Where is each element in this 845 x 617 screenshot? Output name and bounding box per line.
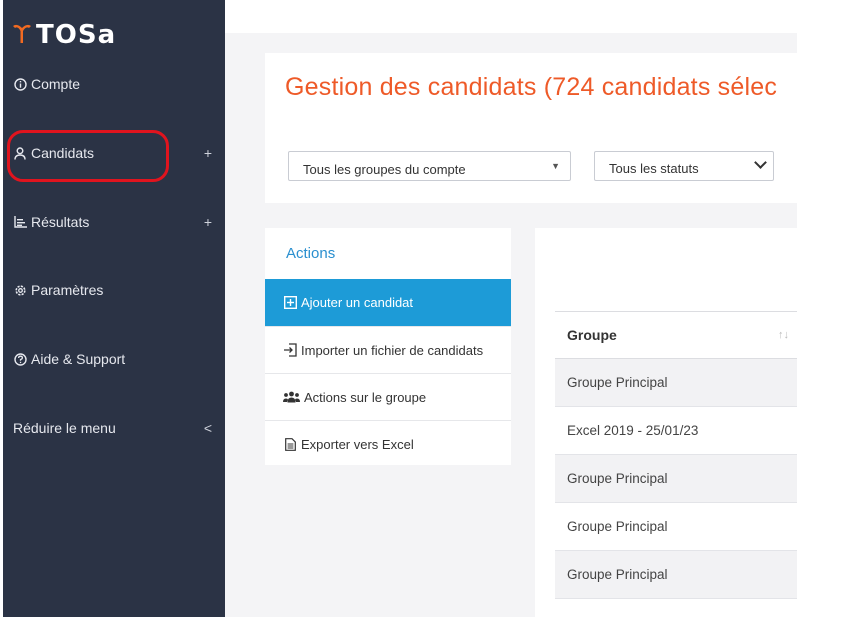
sidebar-item-label: Candidats (31, 145, 95, 161)
logo-text: TOSa (36, 20, 117, 50)
group-select-value: Tous les groupes du compte (303, 161, 466, 177)
users-icon (283, 390, 300, 404)
sidebar-item-compte[interactable]: Compte (13, 71, 218, 97)
import-icon (283, 343, 297, 357)
sidebar-item-resultats[interactable]: Résultats + (13, 209, 218, 235)
table-row[interactable]: Groupe Principal (555, 455, 797, 503)
sidebar-item-label: Paramètres (31, 282, 104, 298)
candidates-table: Groupe ↑↓ Groupe Principal Excel 2019 - … (535, 228, 797, 617)
page-title: Gestion des candidats (724 candidats sél… (285, 73, 778, 101)
chevron-down-icon (754, 156, 767, 169)
main-content: Gestion des candidats (724 candidats sél… (225, 0, 845, 617)
table-row[interactable]: Groupe Principal (555, 503, 797, 551)
column-header-groupe[interactable]: Groupe ↑↓ (555, 312, 797, 359)
plus-square-icon (283, 296, 297, 310)
column-header-label: Groupe (567, 327, 617, 343)
sidebar-item-parametres[interactable]: Paramètres (13, 277, 218, 303)
sidebar: TOSa Compte Candidats + Résultats + Para… (3, 0, 225, 617)
table-row[interactable]: Groupe Principal (555, 359, 797, 407)
actions-card: Actions Ajouter un candidat Importer un … (265, 228, 511, 465)
table-cell-groupe: Groupe Principal (567, 471, 668, 486)
collapse-icon[interactable]: < (204, 420, 212, 436)
table-cell-groupe: Groupe Principal (567, 519, 668, 534)
caret-down-icon: ▼ (551, 161, 560, 171)
chart-icon (13, 215, 27, 229)
collapse-menu-button[interactable]: Réduire le menu < (13, 415, 218, 441)
info-icon (13, 77, 27, 91)
sidebar-item-aide-support[interactable]: Aide & Support (13, 346, 218, 372)
logo-mark-icon (12, 22, 32, 48)
add-candidate-button[interactable]: Ajouter un candidat (265, 279, 511, 326)
sidebar-item-label: Réduire le menu (13, 420, 116, 436)
file-icon (283, 437, 297, 451)
action-label: Importer un fichier de candidats (301, 342, 484, 358)
actions-title: Actions (286, 245, 336, 262)
action-label: Actions sur le groupe (304, 389, 427, 405)
sort-icon[interactable]: ↑↓ (778, 329, 789, 341)
gear-icon (13, 283, 27, 297)
sidebar-item-label: Compte (31, 76, 81, 92)
status-select-value: Tous les statuts (609, 160, 699, 176)
sidebar-item-label: Aide & Support (31, 351, 126, 367)
table-cell-groupe: Groupe Principal (567, 567, 668, 582)
action-label: Ajouter un candidat (301, 295, 414, 310)
table-row[interactable]: Groupe Principal (555, 551, 797, 599)
tosa-logo[interactable]: TOSa (12, 20, 116, 50)
action-label: Exporter vers Excel (301, 436, 414, 452)
header-card: Gestion des candidats (724 candidats sél… (265, 53, 797, 203)
help-icon (13, 352, 27, 366)
table-cell-groupe: Excel 2019 - 25/01/23 (567, 423, 699, 438)
expand-icon[interactable]: + (204, 145, 212, 161)
user-icon (13, 146, 27, 160)
group-select[interactable]: Tous les groupes du compte ▼ (288, 151, 571, 181)
table-row[interactable]: Excel 2019 - 25/01/23 (555, 407, 797, 455)
group-actions-button[interactable]: Actions sur le groupe (265, 373, 511, 420)
sidebar-item-label: Résultats (31, 214, 90, 230)
sidebar-item-candidats[interactable]: Candidats + (13, 140, 218, 166)
export-excel-button[interactable]: Exporter vers Excel (265, 420, 511, 467)
table-cell-groupe: Groupe Principal (567, 375, 668, 390)
import-candidates-button[interactable]: Importer un fichier de candidats (265, 326, 511, 373)
expand-icon[interactable]: + (204, 214, 212, 230)
status-select[interactable]: Tous les statuts (594, 151, 774, 181)
